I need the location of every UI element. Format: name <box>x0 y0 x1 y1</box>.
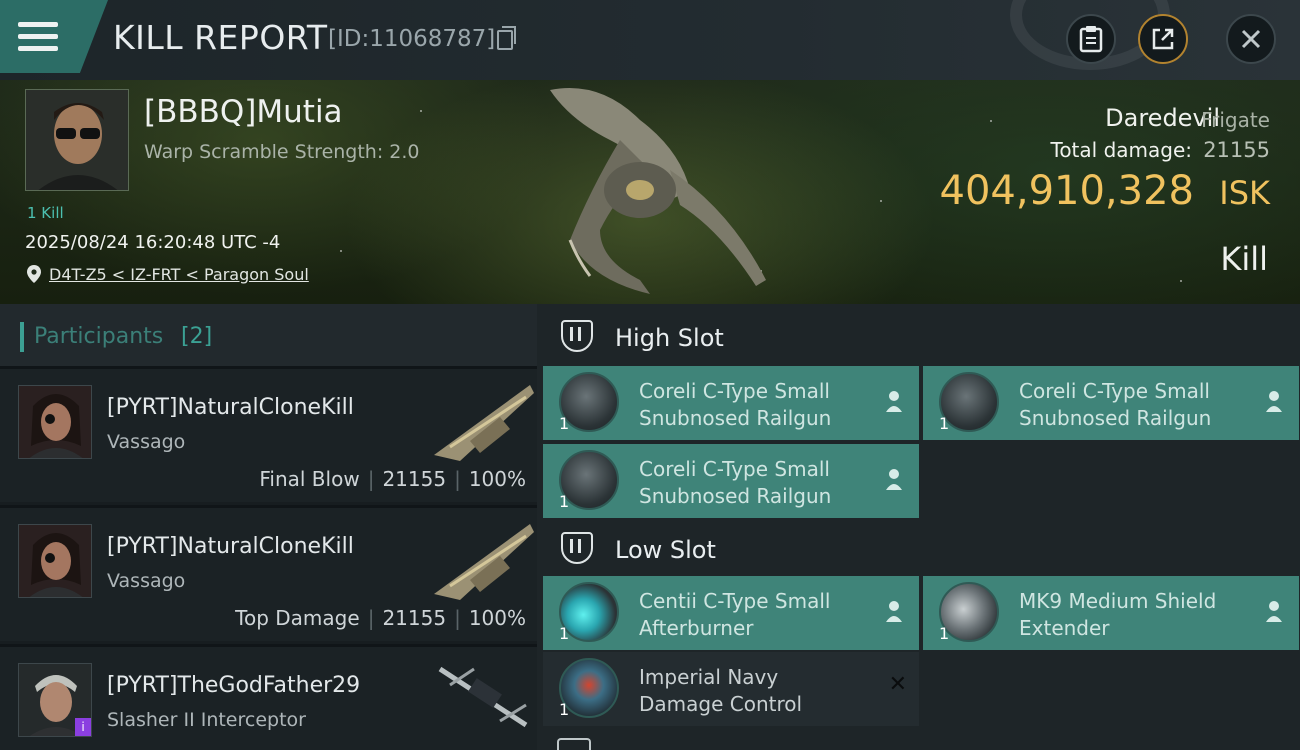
participant-ship: Vassago <box>107 570 186 592</box>
close-icon <box>1241 29 1261 49</box>
participant-name[interactable]: [PYRT]TheGodFather29 <box>107 673 360 698</box>
person-icon <box>886 391 902 412</box>
participants-title: Participants <box>34 324 164 349</box>
module-quantity: 1 <box>559 700 570 719</box>
participant-ship-image <box>434 524 534 600</box>
clipboard-button[interactable] <box>1066 14 1116 64</box>
module-name: Centii C-Type Small Afterburner <box>639 589 831 640</box>
participant-ship-image <box>438 666 528 728</box>
participant-stats: Final Blow | 21155 | 100% <box>259 467 526 491</box>
participant-row[interactable]: [PYRT]NaturalCloneKill Vassago Final Blo… <box>0 366 537 502</box>
module-quantity: 1 <box>559 492 570 511</box>
avatar[interactable]: i <box>18 663 92 737</box>
participants-count: [2] <box>181 324 213 349</box>
avatar <box>26 90 128 190</box>
low-slot-icon <box>561 532 593 564</box>
location-text[interactable]: D4T-Z5 < IZ-FRT < Paragon Soul <box>49 265 309 284</box>
report-id: [ID:11068787] <box>328 26 496 52</box>
insignia-badge: i <box>75 718 91 736</box>
module-name: Coreli C-Type Small Snubnosed Railgun <box>639 379 832 430</box>
module-name: MK9 Medium Shield Extender <box>1019 589 1217 640</box>
next-slot-icon <box>557 738 591 750</box>
location-pin-icon <box>27 265 41 283</box>
participant-avatar-image <box>19 386 91 458</box>
participants-panel: Participants [2] [PYRT]NaturalCloneKill … <box>0 304 537 750</box>
share-button[interactable] <box>1138 14 1188 64</box>
victim-ship-class: Frigate <box>1201 108 1270 132</box>
participant-ship: Vassago <box>107 431 186 453</box>
module-name: Coreli C-Type Small Snubnosed Railgun <box>1019 379 1212 430</box>
participant-name[interactable]: [PYRT]NaturalCloneKill <box>107 534 354 559</box>
module-item[interactable]: 1 Coreli C-Type Small Snubnosed Railgun <box>923 366 1299 440</box>
module-item[interactable]: 1 Imperial Navy Damage Control ✕ <box>543 652 919 726</box>
module-quantity: 1 <box>939 414 950 433</box>
avatar[interactable] <box>18 385 92 459</box>
participant-damage: 21155 <box>382 606 447 630</box>
participant-name[interactable]: [PYRT]NaturalCloneKill <box>107 395 354 420</box>
participant-ship-image <box>434 385 534 461</box>
avatar[interactable] <box>18 524 92 598</box>
module-name: Imperial Navy Damage Control <box>639 665 803 716</box>
total-damage-value: 21155 <box>1203 138 1270 162</box>
victim-banner: [BBBQ]Mutia Warp Scramble Strength: 2.0 … <box>0 80 1300 304</box>
participant-role: Top Damage <box>235 606 360 630</box>
victim-ship-image <box>550 88 766 294</box>
clipboard-icon <box>1079 26 1103 53</box>
kill-location[interactable]: D4T-Z5 < IZ-FRT < Paragon Soul <box>27 265 309 284</box>
module-quantity: 1 <box>559 624 570 643</box>
page-title: KILL REPORT <box>113 18 328 57</box>
participant-row[interactable]: i [PYRT]TheGodFather29 Slasher II Interc… <box>0 644 537 750</box>
participants-header: Participants [2] <box>0 304 537 366</box>
close-button[interactable] <box>1226 14 1276 64</box>
share-icon <box>1152 28 1174 50</box>
warp-scramble-strength: Warp Scramble Strength: 2.0 <box>144 141 420 163</box>
participant-stats: Top Damage | 21155 | 100% <box>235 606 526 630</box>
header-accent-bar <box>20 322 24 352</box>
participant-role: Final Blow <box>259 467 360 491</box>
module-quantity: 1 <box>939 624 950 643</box>
module-item[interactable]: 1 Centii C-Type Small Afterburner <box>543 576 919 650</box>
high-slot-title: High Slot <box>615 324 724 352</box>
kills-link[interactable]: 1 Kill <box>27 204 64 222</box>
kill-result: Kill <box>1220 240 1268 278</box>
participant-avatar-image <box>19 525 91 597</box>
high-slot-header: High Slot <box>541 306 1300 364</box>
person-icon <box>886 601 902 622</box>
top-bar: KILL REPORT [ID:11068787] <box>0 0 1300 80</box>
menu-icon[interactable] <box>18 22 58 52</box>
low-slot-title: Low Slot <box>615 536 716 564</box>
participant-ship: Slasher II Interceptor <box>107 709 306 731</box>
copy-icon[interactable] <box>497 26 516 50</box>
total-damage-label: Total damage: <box>1050 138 1193 162</box>
module-item[interactable]: 1 Coreli C-Type Small Snubnosed Railgun <box>543 444 919 518</box>
person-icon <box>1266 391 1282 412</box>
low-slot-header: Low Slot <box>541 518 1300 576</box>
isk-unit: ISK <box>1219 174 1270 212</box>
fitting-panel: High Slot 1 Coreli C-Type Small Snubnose… <box>537 304 1300 750</box>
module-name: Coreli C-Type Small Snubnosed Railgun <box>639 457 832 508</box>
module-quantity: 1 <box>559 414 570 433</box>
participant-row[interactable]: [PYRT]NaturalCloneKill Vassago Top Damag… <box>0 505 537 641</box>
participant-percent: 100% <box>468 606 526 630</box>
module-item[interactable]: 1 Coreli C-Type Small Snubnosed Railgun <box>543 366 919 440</box>
module-item[interactable]: 1 MK9 Medium Shield Extender <box>923 576 1299 650</box>
person-icon <box>886 469 902 490</box>
kill-datetime: 2025/08/24 16:20:48 UTC -4 <box>25 232 281 253</box>
participant-damage: 21155 <box>382 467 447 491</box>
destroyed-icon: ✕ <box>888 672 907 697</box>
isk-value: 404,910,328 <box>939 168 1194 214</box>
victim-portrait[interactable] <box>25 89 129 191</box>
participant-percent: 100% <box>468 467 526 491</box>
high-slot-icon <box>561 320 593 352</box>
victim-name[interactable]: [BBBQ]Mutia <box>144 94 343 130</box>
person-icon <box>1266 601 1282 622</box>
